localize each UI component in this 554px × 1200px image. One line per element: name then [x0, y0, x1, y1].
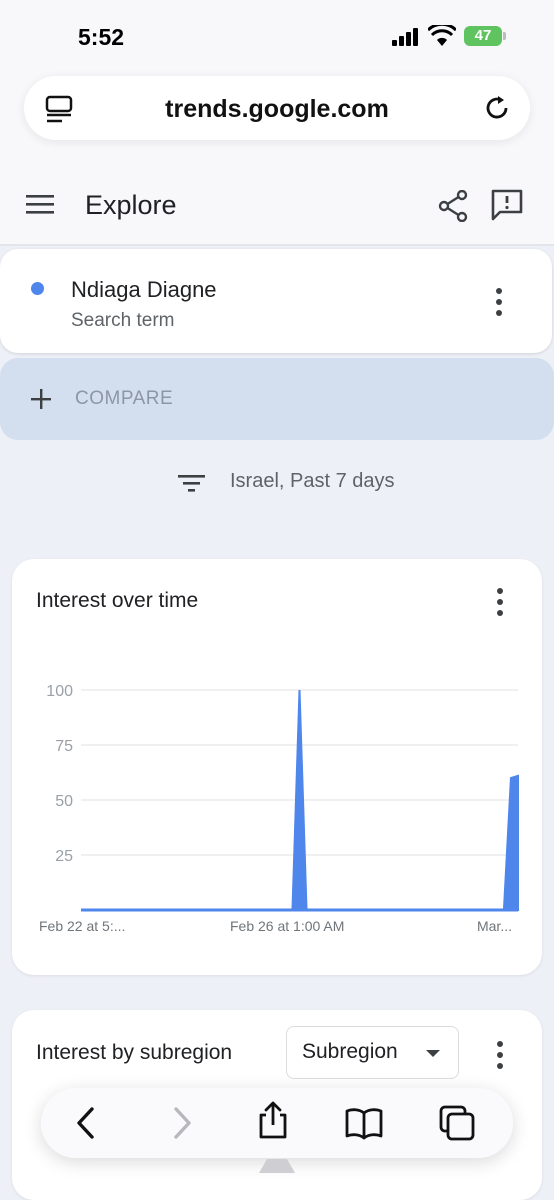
- subregion-select-label: Subregion: [302, 1040, 398, 1063]
- search-term-card[interactable]: Ndiaga Diagne Search term: [0, 249, 552, 353]
- chart-title: Interest over time: [36, 589, 199, 612]
- subregion-title: Interest by subregion: [36, 1041, 233, 1064]
- battery-icon: 47: [464, 26, 506, 46]
- y-tick-label: 100: [46, 683, 73, 700]
- url-text: trends.google.com: [165, 95, 389, 123]
- filter-label: Israel, Past 7 days: [230, 470, 395, 492]
- interest-over-time-chart: 100 75 50 25 Feb 22 at 5:... Feb 26 at 1:00 A…: [39, 683, 519, 934]
- search-term-type: Search term: [71, 310, 175, 331]
- page-title: Explore: [85, 190, 177, 220]
- status-bar: 5:52 47: [0, 0, 554, 70]
- x-tick-label: Feb 26 at 1:00 AM: [230, 918, 344, 934]
- share-sheet-icon[interactable]: [253, 1100, 293, 1140]
- bookmarks-icon[interactable]: [344, 1103, 384, 1143]
- search-term-name: Ndiaga Diagne: [71, 277, 217, 302]
- more-options-icon[interactable]: [495, 288, 503, 316]
- tabs-icon[interactable]: [437, 1103, 477, 1143]
- app-header: Explore: [0, 160, 554, 246]
- x-tick-label: Mar...: [477, 918, 512, 934]
- compare-label: COMPARE: [75, 388, 174, 409]
- y-tick-label: 25: [55, 848, 73, 865]
- interest-over-time-card: Interest over time 100 75 50 25 Feb 22 at 5:…: [12, 559, 542, 975]
- filter-icon: [178, 475, 205, 492]
- scroll-indicator-icon: [259, 1159, 295, 1173]
- dropdown-arrow-icon: [426, 1050, 440, 1057]
- address-bar[interactable]: trends.google.com: [24, 76, 530, 140]
- back-icon[interactable]: [67, 1103, 107, 1143]
- browser-toolbar: [41, 1088, 513, 1158]
- plus-icon: [31, 389, 51, 409]
- share-icon[interactable]: [438, 190, 468, 222]
- subregion-select[interactable]: Subregion: [286, 1026, 459, 1079]
- feedback-icon[interactable]: [490, 188, 524, 222]
- compare-button[interactable]: COMPARE: [0, 358, 554, 440]
- status-time: 5:52: [78, 24, 125, 50]
- hamburger-menu-icon[interactable]: [26, 192, 56, 216]
- forward-icon[interactable]: [161, 1103, 201, 1143]
- wifi-icon: [428, 25, 456, 46]
- filter-row[interactable]: Israel, Past 7 days: [0, 462, 554, 502]
- chart-more-options-icon[interactable]: [496, 588, 504, 616]
- series-color-dot: [31, 282, 44, 295]
- x-tick-label: Feb 22 at 5:...: [39, 918, 125, 934]
- y-tick-label: 50: [55, 793, 73, 810]
- y-tick-label: 75: [55, 738, 73, 755]
- cellular-signal-icon: [392, 28, 418, 46]
- browser-chrome: trends.google.com: [0, 70, 554, 160]
- reload-icon[interactable]: [482, 93, 512, 123]
- subregion-more-options-icon[interactable]: [496, 1041, 504, 1069]
